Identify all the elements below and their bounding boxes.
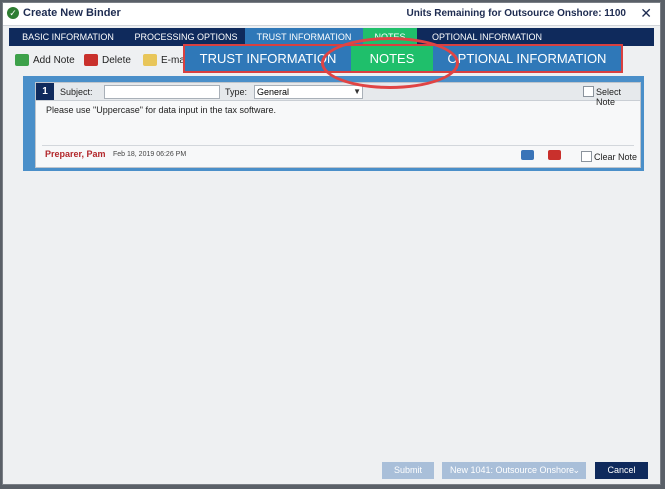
zoom-tab-optional: OPTIONAL INFORMATION bbox=[433, 46, 621, 71]
cancel-button[interactable]: Cancel bbox=[595, 462, 648, 479]
select-note-checkbox[interactable] bbox=[583, 86, 594, 97]
clear-note-label: Clear Note bbox=[594, 152, 638, 162]
note-preparer: Preparer, Pam bbox=[45, 149, 106, 159]
type-value: General bbox=[257, 87, 290, 97]
clear-note-checkbox[interactable] bbox=[581, 151, 592, 162]
binder-type-value: New 1041: Outsource Onshore bbox=[450, 465, 575, 475]
submit-button[interactable]: Submit bbox=[382, 462, 434, 479]
note-header: 1 Subject: Type: General ▼ Select Note bbox=[36, 83, 640, 107]
note-body[interactable]: Please use "Uppercase" for data input in… bbox=[46, 105, 276, 115]
delete-button[interactable]: Delete bbox=[84, 51, 131, 69]
units-remaining: Units Remaining for Outsource Onshore: 1… bbox=[406, 8, 627, 19]
highlight-ellipse bbox=[321, 37, 459, 89]
email-button[interactable]: E-mai bbox=[143, 51, 187, 69]
window-title: Create New Binder bbox=[23, 7, 121, 19]
delete-icon bbox=[84, 54, 98, 66]
note-divider bbox=[42, 145, 634, 146]
notes-panel: 1 Subject: Type: General ▼ Select Note P… bbox=[23, 76, 644, 171]
type-label: Type: bbox=[225, 87, 248, 97]
add-note-button[interactable]: Add Note bbox=[15, 51, 75, 69]
close-icon[interactable]: ✕ bbox=[640, 5, 652, 22]
envelope-icon bbox=[143, 54, 157, 66]
subject-input[interactable] bbox=[104, 85, 220, 99]
footer: Submit New 1041: Outsource Onshore ⌄ Can… bbox=[3, 458, 660, 484]
title-bar: ✓ Create New Binder Units Remaining for … bbox=[3, 3, 660, 26]
add-note-label: Add Note bbox=[33, 54, 75, 66]
add-note-icon bbox=[15, 54, 29, 66]
note-card: 1 Subject: Type: General ▼ Select Note P… bbox=[35, 82, 641, 168]
tab-basic-information[interactable]: BASIC INFORMATION bbox=[9, 28, 127, 46]
type-select[interactable]: General ▼ bbox=[254, 85, 363, 99]
chevron-down-icon: ⌄ bbox=[572, 465, 580, 475]
delete-label: Delete bbox=[102, 54, 131, 66]
subject-label: Subject: bbox=[60, 87, 93, 97]
binder-type-select[interactable]: New 1041: Outsource Onshore ⌄ bbox=[442, 462, 586, 479]
note-date: Feb 18, 2019 06:26 PM bbox=[113, 151, 187, 158]
chevron-down-icon: ▼ bbox=[353, 87, 361, 96]
delete-note-icon[interactable] bbox=[548, 150, 561, 160]
note-number: 1 bbox=[36, 83, 54, 100]
edit-note-icon[interactable] bbox=[521, 150, 534, 160]
check-icon: ✓ bbox=[7, 7, 19, 19]
select-note-label: Select Note bbox=[596, 87, 622, 107]
